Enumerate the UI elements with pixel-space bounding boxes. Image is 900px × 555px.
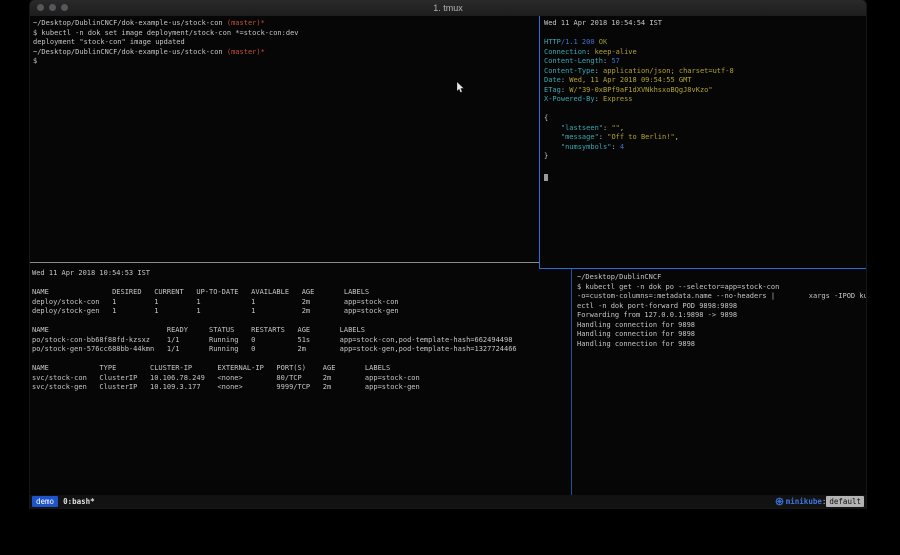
terminal-line: ~/Desktop/DublinCNCF/dok-example-us/stoc… bbox=[33, 48, 541, 58]
session-name-badge: demo bbox=[32, 496, 58, 507]
tmux-pane-area: ~/Desktop/DublinCNCF/dok-example-us/stoc… bbox=[30, 16, 866, 495]
terminal-line: NAME DESIRED CURRENT UP-TO-DATE AVAILABL… bbox=[32, 288, 573, 298]
pane-bottom-left-kubectl-get[interactable]: Wed 11 Apr 2018 10:54:53 IST NAME DESIRE… bbox=[30, 263, 573, 495]
terminal-cursor bbox=[544, 174, 548, 181]
terminal-line: ETag: W/"39-0xBPf9aF1dXVNkhsxoBQgJ8vKzo" bbox=[544, 86, 866, 96]
terminal-line: Content-Length: 57 bbox=[544, 57, 866, 67]
window-titlebar[interactable]: 1. tmux bbox=[30, 0, 866, 17]
terminal-line: Content-Type: application/json; charset=… bbox=[544, 67, 866, 77]
terminal-line: ectl -n dok port-forward POD 9898:9898 bbox=[577, 302, 866, 312]
terminal-line: "numsymbols": 4 bbox=[544, 143, 866, 153]
terminal-line: ~/Desktop/DublinCNCF/dok-example-us/stoc… bbox=[33, 19, 541, 29]
terminal-line: Handling connection for 9898 bbox=[577, 330, 866, 340]
terminal-line: Forwarding from 127.0.0.1:9898 -> 9898 bbox=[577, 311, 866, 321]
terminal-line: Date: Wed, 11 Apr 2018 09:54:55 GMT bbox=[544, 76, 866, 86]
status-bar-right: minikube : default bbox=[775, 496, 864, 507]
terminal-line: Handling connection for 9898 bbox=[577, 321, 866, 331]
window-title: 1. tmux bbox=[30, 0, 866, 16]
mouse-pointer-icon bbox=[457, 78, 465, 89]
pane-divider-horizontal-right[interactable] bbox=[539, 268, 866, 269]
tmux-status-bar: demo 0:bash* minikube : default bbox=[30, 495, 866, 508]
terminal-line: svc/stock-con ClusterIP 10.106.78.249 <n… bbox=[32, 374, 573, 384]
terminal-line: "lastseen": "", bbox=[544, 124, 866, 134]
terminal-line bbox=[32, 317, 573, 327]
terminal-line: ~/Desktop/DublinCNCF bbox=[577, 273, 866, 283]
terminal-line: X-Powered-By: Express bbox=[544, 95, 866, 105]
pane-bottom-right-port-forward[interactable]: ~/Desktop/DublinCNCF$ kubectl get -n dok… bbox=[572, 269, 866, 495]
terminal-line bbox=[544, 171, 866, 181]
terminal-line: NAME TYPE CLUSTER-IP EXTERNAL-IP PORT(S)… bbox=[32, 364, 573, 374]
terminal-line: Handling connection for 9898 bbox=[577, 340, 866, 350]
kube-context-label: minikube bbox=[786, 497, 822, 506]
pane-divider-vertical-top[interactable] bbox=[539, 16, 540, 269]
kube-namespace-badge: default bbox=[826, 496, 864, 507]
terminal-line: po/stock-con-bb68f88fd-kzsxz 1/1 Running… bbox=[32, 336, 573, 346]
kubernetes-helm-icon bbox=[775, 497, 784, 506]
terminal-line bbox=[544, 29, 866, 39]
terminal-line: } bbox=[544, 152, 866, 162]
terminal-line bbox=[32, 279, 573, 289]
terminal-line: "message": "Off to Berlin!", bbox=[544, 133, 866, 143]
terminal-line: NAME READY STATUS RESTARTS AGE LABELS bbox=[32, 326, 573, 336]
terminal-line bbox=[544, 162, 866, 172]
terminal-line: Connection: keep-alive bbox=[544, 48, 866, 58]
terminal-line: HTTP/1.1 200 OK bbox=[544, 38, 866, 48]
pane-top-right-http-response[interactable]: Wed 11 Apr 2018 10:54:54 IST HTTP/1.1 20… bbox=[540, 16, 866, 271]
terminal-line: Wed 11 Apr 2018 10:54:53 IST bbox=[32, 269, 573, 279]
terminal-line: deployment "stock-con" image updated bbox=[33, 38, 541, 48]
terminal-line: $ bbox=[33, 57, 541, 67]
terminal-line: Wed 11 Apr 2018 10:54:54 IST bbox=[544, 19, 866, 29]
pane-top-left-shell[interactable]: ~/Desktop/DublinCNCF/dok-example-us/stoc… bbox=[30, 16, 541, 265]
pane-divider-vertical-bottom[interactable] bbox=[571, 269, 572, 495]
terminal-line: deploy/stock-gen 1 1 1 1 2m app=stock-ge… bbox=[32, 307, 573, 317]
terminal-line: svc/stock-gen ClusterIP 10.109.3.177 <no… bbox=[32, 383, 573, 393]
pane-divider-horizontal-left[interactable] bbox=[30, 262, 539, 263]
terminal-line: $ kubectl get -n dok po --selector=app=s… bbox=[577, 283, 866, 293]
terminal-line: { bbox=[544, 114, 866, 124]
terminal-line: deploy/stock-con 1 1 1 1 2m app=stock-co… bbox=[32, 298, 573, 308]
terminal-line bbox=[544, 105, 866, 115]
terminal-window: 1. tmux ~/Desktop/DublinCNCF/dok-example… bbox=[30, 0, 866, 508]
terminal-line: -o=custom-columns=:metadata.name --no-he… bbox=[577, 292, 866, 302]
terminal-line: po/stock-gen-576cc688bb-44kmn 1/1 Runnin… bbox=[32, 345, 573, 355]
active-window-label[interactable]: 0:bash* bbox=[63, 497, 95, 506]
terminal-line: $ kubectl -n dok set image deployment/st… bbox=[33, 29, 541, 39]
terminal-line bbox=[32, 355, 573, 365]
